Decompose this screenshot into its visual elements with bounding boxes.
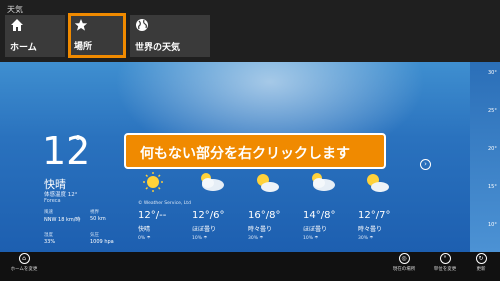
- cloudy-icon: [312, 173, 335, 191]
- location-icon: ◎: [398, 253, 410, 264]
- next-day-arrow-icon[interactable]: ›: [420, 159, 431, 170]
- feels-like: 体感温度 12°: [44, 192, 78, 198]
- scale-tick: 25°: [488, 108, 497, 114]
- stat-wind-label: 風速: [44, 210, 53, 215]
- home-icon: [11, 19, 23, 31]
- stat-visibility-label: 視界: [90, 210, 99, 215]
- callout-text: 何もない部分を右クリックします: [140, 146, 350, 162]
- refresh-icon: ↻: [475, 253, 487, 264]
- stat-visibility-value: 50 km: [90, 216, 106, 222]
- nav-home[interactable]: ホーム: [5, 15, 65, 57]
- forecast-rain: 30% ☂: [358, 236, 374, 241]
- forecast-rain: 10% ☂: [303, 236, 319, 241]
- stat-pressure-value: 1009 hpa: [90, 239, 114, 245]
- provider: Foreca: [44, 198, 61, 204]
- app-title: 天気: [7, 5, 23, 14]
- change-home-button[interactable]: ⌂ ホームを変更: [4, 253, 44, 272]
- refresh-label: 更新: [476, 267, 486, 272]
- forecast-rain: 30% ☂: [248, 236, 264, 241]
- stat-humidity-value: 33%: [44, 239, 56, 245]
- cloudy-icon: [201, 173, 224, 191]
- units-icon: °: [439, 253, 451, 264]
- forecast-temp: 14°/8°: [303, 210, 336, 221]
- instruction-callout: 何もない部分を右クリックします: [124, 133, 386, 169]
- current-temperature-degree: °: [74, 132, 82, 151]
- nav-places-label: 場所: [74, 42, 93, 52]
- current-location-label: 現在の場所: [392, 267, 416, 272]
- nav-world-weather[interactable]: 世界の天気: [130, 15, 210, 57]
- forecast-condition: 時々曇り: [248, 226, 273, 233]
- star-icon: [74, 19, 88, 31]
- copyright: © Weather Service, Ltd: [138, 201, 191, 206]
- scale-tick: 15°: [488, 184, 497, 190]
- refresh-button[interactable]: ↻ 更新: [466, 253, 496, 272]
- current-temperature: 12: [42, 129, 91, 173]
- partly-cloudy-icon: [257, 174, 279, 192]
- current-location-button[interactable]: ◎ 現在の場所: [386, 253, 422, 272]
- forecast-temp: 12°/7°: [358, 210, 391, 221]
- change-units-label: 単位を変更: [433, 267, 457, 272]
- change-units-button[interactable]: ° 単位を変更: [427, 253, 463, 272]
- nav-world-label: 世界の天気: [135, 43, 181, 53]
- stat-pressure-label: 気圧: [90, 233, 99, 238]
- temperature-scale: 30° 25° 20° 15° 10°: [470, 62, 500, 252]
- nav-places[interactable]: 場所: [68, 13, 126, 58]
- forecast-condition: 時々曇り: [358, 226, 383, 233]
- bottom-app-bar: ⌂ ホームを変更 ◎ 現在の場所 ° 単位を変更 ↻ 更新: [0, 252, 500, 281]
- forecast-condition: ほぼ曇り: [303, 226, 328, 233]
- nav-home-label: ホーム: [10, 43, 37, 53]
- stat-wind-value: NNW 18 km/時: [44, 217, 81, 223]
- sun-icon: [143, 172, 163, 192]
- scale-tick: 20°: [488, 146, 497, 152]
- globe-icon: [136, 19, 148, 31]
- change-home-label: ホームを変更: [10, 267, 38, 272]
- scale-tick: 10°: [488, 222, 497, 228]
- forecast-condition: ほぼ曇り: [192, 226, 217, 233]
- forecast-temp: 16°/8°: [248, 210, 281, 221]
- forecast-rain: 0% ☂: [138, 236, 151, 241]
- partly-cloudy-icon: [367, 174, 389, 192]
- forecast-rain: 10% ☂: [192, 236, 208, 241]
- top-nav-bar: 天気 ホーム 場所 世界の天気: [0, 0, 500, 62]
- forecast-condition: 快晴: [138, 226, 151, 233]
- forecast-temp: 12°/6°: [192, 210, 225, 221]
- home-pin-icon: ⌂: [18, 253, 30, 264]
- scale-tick: 30°: [488, 70, 497, 76]
- stat-humidity-label: 湿度: [44, 233, 53, 238]
- forecast-temp: 12°/--: [138, 210, 167, 221]
